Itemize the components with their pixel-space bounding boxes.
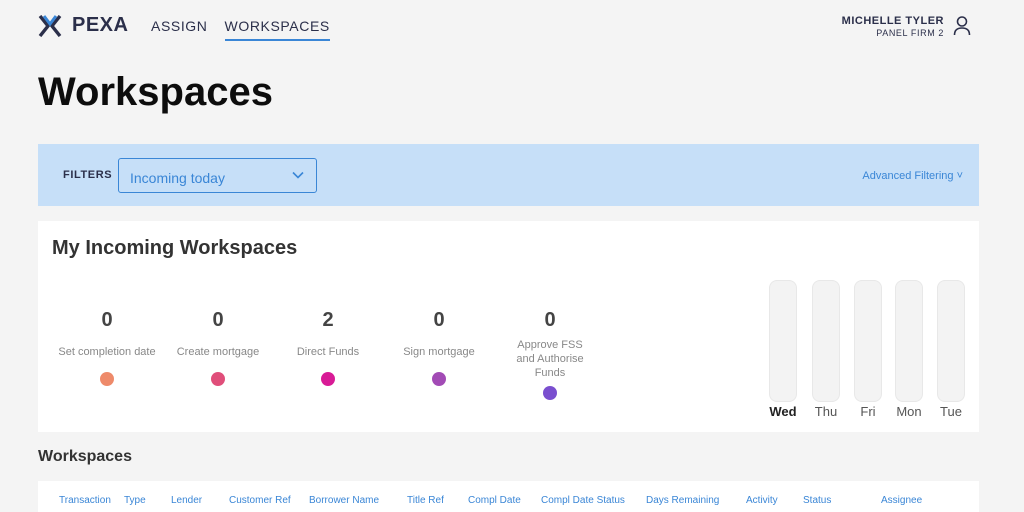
nav-item-workspaces[interactable]: WORKSPACES — [224, 18, 330, 41]
day-bar — [937, 280, 965, 402]
pexa-logo[interactable]: PEXA — [38, 14, 128, 37]
day-column-tue[interactable]: Tue — [937, 280, 965, 419]
page-title: Workspaces — [38, 70, 273, 114]
filter-selected-value: Incoming today — [130, 170, 225, 186]
workspaces-table-header: Transaction Type Lender Customer Ref Bor… — [38, 481, 979, 512]
stat-count: 0 — [212, 309, 224, 331]
day-label: Tue — [940, 404, 962, 419]
incoming-workspaces-card: My Incoming Workspaces 0 Set completion … — [38, 221, 979, 432]
status-dot — [432, 372, 446, 386]
filter-dropdown[interactable]: Incoming today — [118, 158, 317, 193]
column-header-days-remaining[interactable]: Days Remaining — [646, 495, 719, 506]
brand-name: PEXA — [72, 14, 129, 36]
stat-direct-funds[interactable]: 2 Direct Funds — [273, 309, 383, 386]
user-firm: PANEL FIRM 2 — [876, 28, 944, 38]
day-label: Thu — [814, 404, 838, 419]
stat-label: Create mortgage — [176, 346, 260, 358]
chevron-down-icon: ˅ — [953, 170, 963, 182]
status-dot — [543, 386, 557, 400]
workspaces-section-title: Workspaces — [38, 448, 132, 465]
stat-approve-fss[interactable]: 0 Approve FSS and Authorise Funds — [495, 309, 605, 400]
day-column-mon[interactable]: Mon — [895, 280, 923, 419]
stat-set-completion-date[interactable]: 0 Set completion date — [52, 309, 162, 386]
column-header-transaction[interactable]: Transaction — [59, 495, 111, 506]
day-column-wed[interactable]: Wed — [769, 280, 797, 419]
stat-sign-mortgage[interactable]: 0 Sign mortgage — [384, 309, 494, 386]
day-bar — [854, 280, 882, 402]
stat-count: 0 — [433, 309, 445, 331]
day-label: Fri — [860, 404, 876, 419]
stat-create-mortgage[interactable]: 0 Create mortgage — [163, 309, 273, 386]
column-header-assignee[interactable]: Assignee — [881, 495, 922, 506]
filters-label: FILTERS — [63, 169, 113, 181]
status-dot — [321, 372, 335, 386]
advanced-filtering-link[interactable]: Advanced Filtering ˅ — [862, 170, 963, 182]
stat-label: Set completion date — [58, 346, 156, 358]
top-navigation: PEXA ASSIGN WORKSPACES MICHELLE TYLER PA… — [0, 0, 1024, 52]
user-icon[interactable] — [952, 15, 972, 37]
day-bar — [812, 280, 840, 402]
day-bar — [895, 280, 923, 402]
stat-count: 2 — [322, 309, 334, 331]
nav-item-assign[interactable]: ASSIGN — [151, 18, 208, 41]
stat-label: Direct Funds — [296, 346, 360, 358]
column-header-type[interactable]: Type — [124, 495, 146, 506]
column-header-lender[interactable]: Lender — [171, 495, 202, 506]
pexa-logo-icon — [38, 14, 62, 37]
column-header-borrower-name[interactable]: Borrower Name — [309, 495, 379, 506]
main-nav: ASSIGN WORKSPACES — [151, 18, 347, 41]
day-label: Wed — [769, 404, 797, 419]
status-dot — [100, 372, 114, 386]
day-bar — [769, 280, 797, 402]
column-header-title-ref[interactable]: Title Ref — [407, 495, 444, 506]
column-header-activity[interactable]: Activity — [746, 495, 778, 506]
day-label: Mon — [896, 404, 922, 419]
day-column-fri[interactable]: Fri — [854, 280, 882, 419]
chevron-down-icon — [292, 171, 304, 179]
advanced-filtering-label: Advanced Filtering — [862, 170, 954, 182]
user-info[interactable]: MICHELLE TYLER PANEL FIRM 2 — [842, 15, 944, 38]
status-dot — [211, 372, 225, 386]
stat-label: Approve FSS and Authorise Funds — [516, 339, 584, 379]
filters-bar: FILTERS Incoming today Advanced Filterin… — [38, 144, 979, 206]
column-header-status[interactable]: Status — [803, 495, 831, 506]
stat-label: Sign mortgage — [403, 346, 475, 358]
stat-count: 0 — [544, 309, 556, 331]
column-header-compl-date-status[interactable]: Compl Date Status — [541, 495, 625, 506]
card-title: My Incoming Workspaces — [52, 237, 298, 259]
column-header-customer-ref[interactable]: Customer Ref — [229, 495, 291, 506]
day-column-thu[interactable]: Thu — [812, 280, 840, 419]
column-header-compl-date[interactable]: Compl Date — [468, 495, 521, 506]
user-name: MICHELLE TYLER — [841, 15, 944, 27]
stat-count: 0 — [101, 309, 113, 331]
